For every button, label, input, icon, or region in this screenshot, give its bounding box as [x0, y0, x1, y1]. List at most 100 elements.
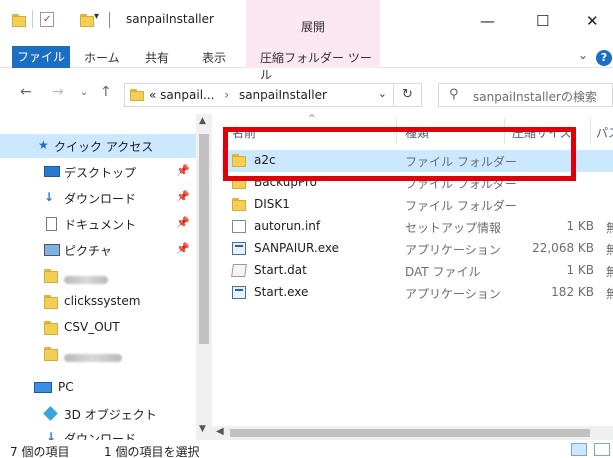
tab-compressed-folder-tools[interactable]: 圧縮フォルダー ツール: [246, 46, 380, 82]
table-row[interactable]: SANPAIUR.exe アプリケーション 22,068 KB 無: [222, 238, 613, 260]
search-icon: ⚲: [449, 87, 459, 102]
breadcrumb-separator: ›: [224, 88, 230, 102]
sidebar-item-3d-objects[interactable]: 3D オブジェクト: [0, 402, 196, 426]
breadcrumb-overflow[interactable]: «: [149, 88, 156, 102]
document-icon: [46, 217, 57, 231]
pin-icon[interactable]: 📌: [176, 216, 190, 229]
sidebar-item-label: ダウンロード: [64, 192, 137, 206]
file-password: 無: [606, 221, 613, 235]
file-type: アプリケーション: [405, 287, 501, 301]
file-type: セットアップ情報: [405, 221, 502, 235]
sidebar-item-label: デスクトップ: [64, 166, 137, 180]
large-icons-view-button[interactable]: [594, 443, 610, 456]
chevron-down-icon[interactable]: ⌄: [578, 48, 588, 62]
table-row[interactable]: DISK1 ファイル フォルダー: [222, 194, 613, 216]
scroll-up-icon[interactable]: ▲: [199, 116, 206, 126]
file-type: アプリケーション: [405, 243, 501, 257]
settings-file-icon: [232, 220, 246, 233]
recent-locations-chevron-icon[interactable]: ⌄: [80, 87, 88, 98]
column-header-password[interactable]: パス: [596, 124, 613, 141]
title-bar: ✓ ▾ sanpaiInstaller 展開 — ☐ ✕: [0, 0, 613, 46]
sidebar-item-label: ピクチャ: [64, 244, 112, 258]
help-icon[interactable]: ?: [596, 50, 612, 66]
manage-label: 展開: [300, 20, 325, 34]
pictures-icon: [44, 244, 60, 256]
close-button[interactable]: ✕: [586, 12, 599, 30]
file-size: 182 KB: [551, 285, 594, 299]
navigation-bar: ← → ⌄ ↑ « sanpail... › sanpaiInstaller ⌄…: [0, 74, 613, 114]
search-input[interactable]: sanpaiInstallerの検索: [473, 88, 597, 105]
application-icon: [232, 286, 246, 299]
chevron-down-icon[interactable]: ⌄: [378, 87, 387, 100]
scroll-down-icon[interactable]: ▼: [199, 424, 206, 434]
sort-ascending-icon: ^: [308, 114, 316, 124]
file-list-horizontal-scrollbar[interactable]: ◀: [212, 426, 613, 440]
selected-count: 1 個の項目を選択: [104, 445, 200, 458]
sidebar-item-desktop[interactable]: デスクトップ 📌: [0, 160, 196, 184]
chevron-down-icon[interactable]: ▾: [94, 11, 99, 22]
sidebar-item-clickssystem[interactable]: clickssystem: [0, 290, 196, 314]
divider: [32, 10, 33, 28]
forward-arrow-icon[interactable]: →: [52, 84, 64, 100]
sidebar-item-label: 3D オブジェクト: [64, 408, 157, 422]
tab-file[interactable]: ファイル: [12, 46, 70, 68]
up-arrow-icon[interactable]: ↑: [100, 84, 112, 100]
file-type: DAT ファイル: [405, 265, 481, 279]
sidebar-item-label: ダウンロード: [64, 432, 137, 440]
pin-icon[interactable]: 📌: [176, 164, 190, 177]
tab-home[interactable]: ホーム: [84, 49, 120, 66]
sidebar-item-quick-access[interactable]: ★ クイック アクセス: [0, 134, 196, 158]
address-bar[interactable]: « sanpail... › sanpaiInstaller ⌄: [124, 83, 394, 107]
file-size: 1 KB: [566, 263, 594, 277]
file-size: 22,068 KB: [532, 241, 594, 255]
pin-icon[interactable]: 📌: [176, 242, 190, 255]
back-arrow-icon[interactable]: ←: [20, 84, 32, 100]
status-bar: 7 個の項目 1 個の項目を選択: [0, 440, 613, 458]
sidebar-item-pictures[interactable]: ピクチャ 📌: [0, 238, 196, 262]
tab-share[interactable]: 共有: [145, 49, 169, 66]
sidebar-item-downloads-pc[interactable]: ↓ ダウンロード: [0, 426, 196, 440]
scrollbar-thumb[interactable]: [230, 429, 590, 437]
table-row[interactable]: Start.dat DAT ファイル 1 KB 無: [222, 260, 613, 282]
search-box[interactable]: ⚲ sanpaiInstallerの検索: [438, 83, 613, 107]
scroll-left-icon[interactable]: ◀: [216, 426, 224, 437]
refresh-icon: ↻: [402, 87, 413, 102]
sidebar-item-label: clickssystem: [64, 294, 141, 308]
sidebar-item-redacted-folder-2[interactable]: [0, 342, 196, 366]
redacted-label: [64, 350, 122, 364]
computer-icon: [34, 382, 52, 393]
table-row[interactable]: autorun.inf セットアップ情報 1 KB 無: [222, 216, 613, 238]
new-folder-icon[interactable]: [79, 14, 94, 27]
file-name: DISK1: [254, 197, 290, 211]
pin-icon[interactable]: 📌: [176, 190, 190, 203]
file-name: Start.exe: [254, 285, 309, 299]
file-name: SANPAIUR.exe: [254, 241, 340, 255]
sidebar-item-pc[interactable]: PC: [0, 376, 196, 400]
breadcrumb-current[interactable]: sanpaiInstaller: [239, 88, 327, 102]
file-type: ファイル フォルダー: [405, 199, 517, 213]
folder-icon: [232, 198, 246, 211]
breadcrumb: « sanpail... › sanpaiInstaller: [149, 88, 327, 102]
refresh-button[interactable]: ↻: [394, 83, 422, 107]
nav-pane-scrollbar[interactable]: ▲ ▼: [196, 114, 212, 440]
properties-icon[interactable]: ✓: [40, 12, 54, 27]
folder-icon: [130, 89, 144, 101]
tab-view[interactable]: 表示: [202, 49, 226, 66]
maximize-button[interactable]: ☐: [536, 12, 549, 30]
table-row[interactable]: Start.exe アプリケーション 182 KB 無: [222, 282, 613, 304]
details-view-button[interactable]: [571, 443, 587, 456]
minimize-button[interactable]: —: [480, 12, 495, 30]
sidebar-item-label: ドキュメント: [64, 218, 137, 232]
download-icon: ↓: [46, 430, 57, 440]
column-divider[interactable]: [590, 118, 591, 144]
sidebar-item-csv-out[interactable]: CSV_OUT: [0, 316, 196, 340]
folder-icon: [12, 14, 26, 27]
sidebar-item-redacted-folder[interactable]: [0, 264, 196, 288]
sidebar-item-documents[interactable]: ドキュメント 📌: [0, 212, 196, 236]
cube-icon: [43, 406, 58, 421]
desktop-icon: [44, 166, 60, 177]
sidebar-item-downloads[interactable]: ↓ ダウンロード 📌: [0, 186, 196, 210]
breadcrumb-parent[interactable]: sanpail...: [160, 88, 214, 102]
folder-icon: [44, 321, 58, 335]
scrollbar-thumb[interactable]: [199, 134, 209, 344]
